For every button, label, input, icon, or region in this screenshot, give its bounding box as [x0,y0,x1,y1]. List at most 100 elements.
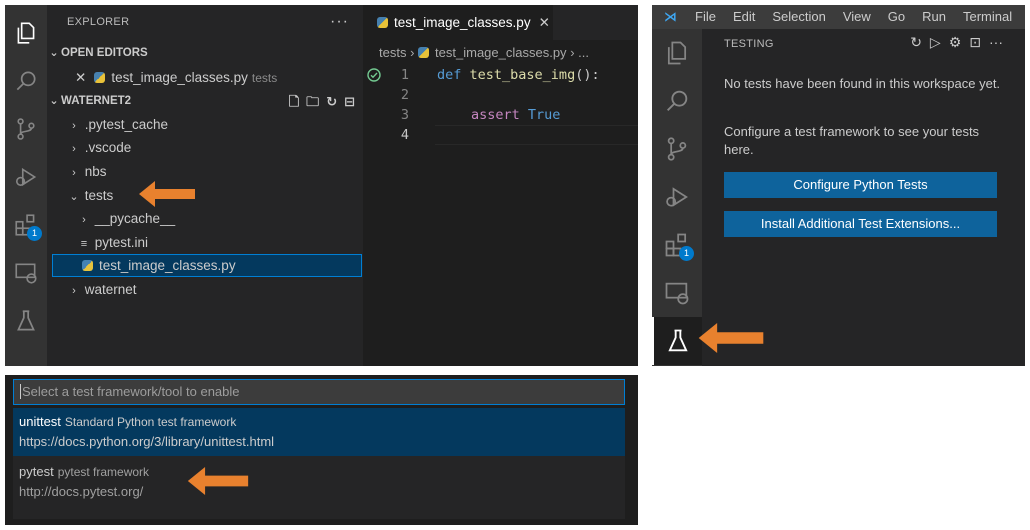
tab-label: test_image_classes.py [394,15,531,30]
line-number: 3 [400,107,409,123]
more-actions-icon[interactable]: ··· [330,13,349,31]
menu-terminal[interactable]: Terminal [963,9,1012,24]
text-caret [20,384,21,399]
breadcrumb: tests › test_image_classes.py › ... [379,45,589,60]
menu-view[interactable]: View [843,9,871,24]
search-icon[interactable] [5,57,47,105]
remote-explorer-icon[interactable] [652,269,702,317]
open-editor-dir: tests [251,71,278,85]
tree-item-pytest-ini[interactable]: ≡ pytest.ini [47,231,363,254]
open-editors-section[interactable]: ⌄ OPEN EDITORS [47,42,363,65]
chevron-right-icon: › [82,214,86,226]
new-file-icon[interactable]: 🗋 [289,90,299,113]
line-number: 1 [400,67,409,83]
quick-pick-item-pytest[interactable]: pytest pytest framework http://docs.pytes… [13,458,625,506]
python-file-icon [94,72,106,83]
breadcrumb-file[interactable]: test_image_classes.py [435,45,567,60]
chevron-right-icon: › [72,143,76,155]
open-editor-item[interactable]: ✕ test_image_classes.py tests [47,66,363,89]
search-icon[interactable] [652,77,702,125]
open-editor-filename: test_image_classes.py [111,70,248,85]
quick-pick-input[interactable]: Select a test framework/tool to enable [13,379,625,405]
extensions-icon[interactable]: 1 [5,201,47,249]
run-debug-icon[interactable] [5,153,47,201]
testing-icon[interactable] [5,297,47,345]
tree-item-test-image-classes[interactable]: test_image_classes.py [52,254,362,277]
tree-item-label: .pytest_cache [84,117,169,132]
close-icon[interactable]: ✕ [75,70,86,85]
chevron-down-icon: ⌄ [49,95,59,107]
chevron-right-icon: › [72,120,76,132]
menu-run[interactable]: Run [922,9,946,24]
settings-file-icon: ≡ [80,238,88,250]
tree-item-label: waternet [84,282,137,297]
quick-pick-description: pytest framework [57,465,150,479]
quick-pick-panel: Select a test framework/tool to enable u… [5,375,638,525]
chevron-right-icon: › [72,285,76,297]
run-debug-icon[interactable] [652,173,702,221]
breadcrumb-folder[interactable]: tests [379,45,406,60]
tab-test-image-classes[interactable]: test_image_classes.py ✕ [363,5,553,40]
code-value: True [527,107,561,123]
editor-area: test_image_classes.py ✕ tests › test_imag… [363,5,638,366]
line-number: 2 [400,87,409,103]
tree-item-label: test_image_classes.py [99,258,236,273]
workspace-section[interactable]: ⌄ WATERNET2 🗋 🗀 ↻ ⊟ [47,90,363,113]
python-file-icon [377,17,388,28]
extensions-badge: 1 [679,246,694,261]
debug-tests-icon[interactable]: ⚙ [949,34,962,51]
menu-file[interactable]: File [695,9,716,24]
tree-item-tests[interactable]: ⌄ tests [47,184,363,207]
quick-pick-item-unittest[interactable]: unittest Standard Python test framework h… [13,408,625,456]
tree-item-waternet[interactable]: › waternet [47,278,363,301]
extensions-badge: 1 [27,226,42,241]
function-name: test_base_img [469,67,576,83]
menu-go[interactable]: Go [888,9,905,24]
quick-pick-list: unittest Standard Python test framework h… [13,408,625,519]
source-control-icon[interactable] [5,105,47,153]
chevron-right-icon: › [570,45,579,60]
tree-item-label: __pycache__ [94,211,176,226]
source-control-icon[interactable] [652,125,702,173]
vscode-logo-icon: ⋊ [664,9,677,24]
run-tests-icon[interactable]: ▷ [930,34,941,51]
collapse-all-icon[interactable]: ⊟ [344,90,355,113]
remote-explorer-icon[interactable] [5,249,47,297]
code-line: 3 assert True [363,105,638,125]
extensions-icon[interactable]: 1 [652,221,702,269]
activity-bar: 1 [652,29,702,366]
menu-edit[interactable]: Edit [733,9,755,24]
tree-item-pytest-cache[interactable]: › .pytest_cache [47,113,363,136]
breadcrumb-more[interactable]: ... [578,45,589,60]
quick-pick-label: unittest [19,414,61,429]
no-tests-message: No tests have been found in this workspa… [724,76,1001,91]
workspace-label: WATERNET2 [61,95,132,107]
current-line-highlight [435,125,638,145]
install-test-extensions-button[interactable]: Install Additional Test Extensions... [724,211,997,237]
quick-pick-detail: http://docs.pytest.org/ [19,484,144,499]
explorer-sidebar: EXPLORER ··· ⌄ OPEN EDITORS ✕ test_image_c… [47,5,363,366]
chevron-right-icon: › [410,45,419,60]
tree-item-nbs[interactable]: › nbs [47,160,363,183]
tree-item-pycache[interactable]: › __pycache__ [47,207,363,230]
refresh-tests-icon[interactable]: ↻ [910,34,922,51]
refresh-icon[interactable]: ↻ [326,90,337,113]
keyword: def [437,67,462,83]
test-passed-icon[interactable] [367,68,381,82]
more-actions-icon[interactable]: ··· [989,34,1003,51]
configure-python-tests-button[interactable]: Configure Python Tests [724,172,997,198]
quick-pick-placeholder: Select a test framework/tool to enable [22,384,240,399]
quick-pick-description: Standard Python test framework [64,415,237,429]
explorer-editor-panel: 1 EXPLORER ··· ⌄ OPEN EDITORS ✕ test_image… [5,5,638,366]
testing-icon[interactable] [652,317,702,365]
menu-bar: ⋊ File Edit Selection View Go Run Terminal [652,5,1025,29]
new-folder-icon[interactable]: 🗀 [306,90,319,113]
line-number: 4 [400,127,409,143]
tree-item-vscode[interactable]: › .vscode [47,136,363,159]
workspace-actions: 🗋 🗀 ↻ ⊟ [289,90,355,113]
explorer-icon[interactable] [5,9,47,57]
close-icon[interactable]: ✕ [539,15,550,30]
explorer-icon[interactable] [652,29,702,77]
show-output-icon[interactable]: ⊡ [969,34,981,51]
menu-selection[interactable]: Selection [772,9,825,24]
